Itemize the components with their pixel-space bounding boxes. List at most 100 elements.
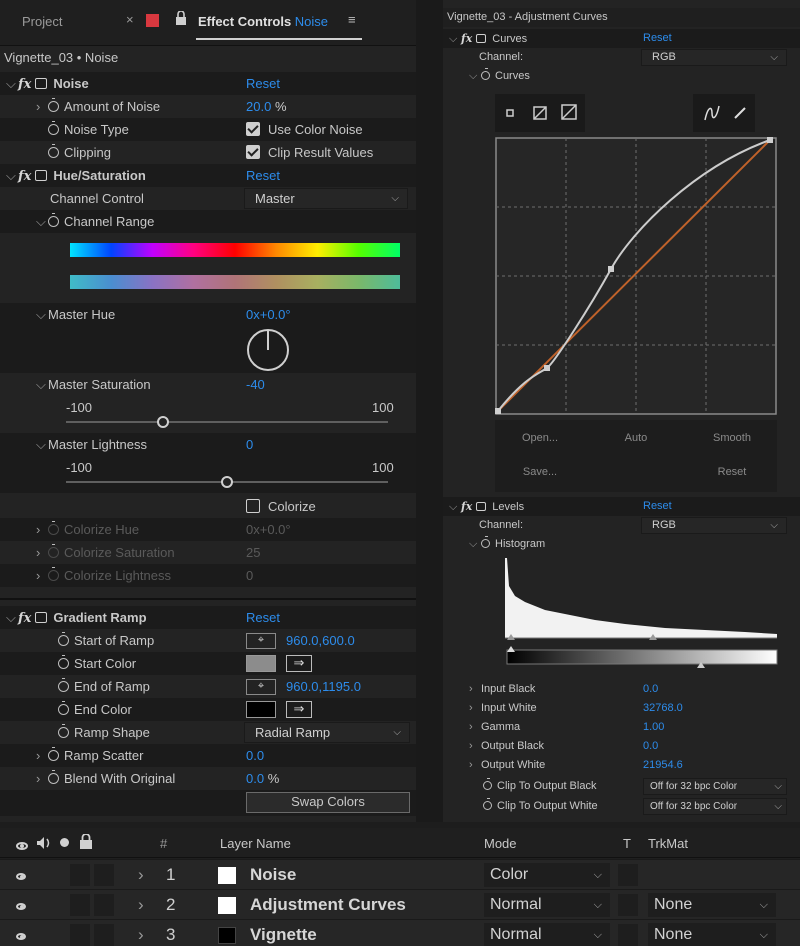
layer-mode-dropdown[interactable]: Color ⌵ xyxy=(484,863,610,887)
param-value[interactable]: 1.00 xyxy=(643,718,664,737)
chevron-right-icon[interactable]: › xyxy=(138,920,144,946)
output-black-handle[interactable] xyxy=(507,646,515,652)
stopwatch-icon[interactable] xyxy=(58,632,69,646)
chevron-right-icon[interactable]: › xyxy=(469,718,481,737)
start-of-ramp-value[interactable]: 960.0,600.0 xyxy=(286,629,355,652)
curve-channel-icon[interactable] xyxy=(503,106,517,120)
use-color-noise-checkbox[interactable] xyxy=(246,122,260,136)
chevron-down-icon[interactable]: ⌵ xyxy=(469,67,481,86)
audio-cell[interactable] xyxy=(70,924,90,946)
column-trkmat-header[interactable]: TrkMat xyxy=(648,836,688,851)
chevron-down-icon[interactable]: ⌵ xyxy=(6,72,18,95)
layer-trkmat-dropdown[interactable]: None ⌵ xyxy=(648,923,776,946)
audio-cell[interactable] xyxy=(70,864,90,886)
layer-name[interactable]: Vignette xyxy=(250,920,317,946)
fx-icon[interactable]: fx xyxy=(18,611,31,626)
crosshair-icon[interactable]: ⌖ xyxy=(246,679,276,695)
effect-noise-header[interactable]: ⌵ fx Noise Reset xyxy=(0,72,416,95)
stopwatch-icon[interactable] xyxy=(58,655,69,669)
start-color-swatch[interactable] xyxy=(246,655,276,672)
chevron-right-icon[interactable]: › xyxy=(469,699,481,718)
close-tab-icon[interactable]: × xyxy=(126,12,134,27)
saturation-slider-track[interactable] xyxy=(66,421,388,423)
reset-button[interactable]: Reset xyxy=(643,497,672,516)
lock-cell[interactable] xyxy=(94,894,114,916)
save-button[interactable]: Save... xyxy=(495,456,585,488)
panel-splitter[interactable] xyxy=(416,0,443,822)
visibility-eye-icon[interactable] xyxy=(16,860,26,889)
t-cell[interactable] xyxy=(618,864,638,886)
end-color-swatch[interactable] xyxy=(246,701,276,718)
curve-point[interactable] xyxy=(608,266,614,272)
param-value[interactable]: 32768.0 xyxy=(643,699,683,718)
layer-name[interactable]: Noise xyxy=(250,860,296,889)
ramp-shape-dropdown[interactable]: Radial Ramp ⌵ xyxy=(244,722,410,743)
curves-channel-dropdown[interactable]: RGB ⌵ xyxy=(641,49,787,66)
chevron-down-icon[interactable]: ⌵ xyxy=(449,30,461,49)
fx-icon[interactable]: fx xyxy=(18,77,31,92)
reset-curves-button[interactable]: Reset xyxy=(687,456,777,488)
stopwatch-icon[interactable] xyxy=(48,98,59,112)
panel-menu-icon[interactable]: ≡ xyxy=(348,12,356,27)
effect-hue-saturation-header[interactable]: ⌵ fx Hue/Saturation Reset xyxy=(0,164,416,187)
stopwatch-icon[interactable] xyxy=(48,770,59,784)
levels-channel-dropdown[interactable]: RGB ⌵ xyxy=(641,517,787,534)
lock-cell[interactable] xyxy=(94,924,114,946)
fx-icon[interactable]: fx xyxy=(18,169,31,184)
reset-button[interactable]: Reset xyxy=(246,606,280,629)
param-value[interactable]: 0.0 xyxy=(643,680,658,699)
chevron-down-icon[interactable]: ⌵ xyxy=(6,606,18,629)
clip-result-checkbox[interactable] xyxy=(246,145,260,159)
stopwatch-icon[interactable] xyxy=(48,747,59,761)
smooth-button[interactable]: Smooth xyxy=(687,422,777,454)
saturation-slider-knob[interactable] xyxy=(156,416,169,428)
curve-point[interactable] xyxy=(495,408,501,414)
audio-cell[interactable] xyxy=(70,894,90,916)
t-cell[interactable] xyxy=(618,924,638,946)
fx-icon[interactable]: fx xyxy=(461,32,472,45)
chevron-right-icon[interactable]: › xyxy=(36,767,48,790)
lightness-slider-knob[interactable] xyxy=(221,476,233,488)
chevron-right-icon[interactable]: › xyxy=(469,756,481,775)
master-hue-value[interactable]: 0x+0.0° xyxy=(246,303,291,326)
layer-name[interactable]: Adjustment Curves xyxy=(250,890,406,919)
solo-icon[interactable] xyxy=(60,838,69,847)
stopwatch-icon[interactable] xyxy=(48,213,59,227)
column-mode-header[interactable]: Mode xyxy=(484,836,517,851)
chevron-down-icon[interactable]: ⌵ xyxy=(36,433,48,456)
master-lightness-value[interactable]: 0 xyxy=(246,433,253,456)
end-of-ramp-value[interactable]: 960.0,1195.0 xyxy=(286,675,361,698)
eyedropper-icon[interactable]: ⇒ xyxy=(286,701,312,718)
effect-levels-header[interactable]: ⌵ fx Levels Reset xyxy=(443,497,800,516)
tab-effect-controls[interactable]: Effect Controls Noise xyxy=(198,14,328,29)
curves-graph[interactable] xyxy=(495,137,777,415)
chevron-right-icon[interactable]: › xyxy=(36,744,48,767)
chevron-down-icon[interactable]: ⌵ xyxy=(36,210,48,233)
param-value[interactable]: 21954.6 xyxy=(643,756,683,775)
column-layer-name-header[interactable]: Layer Name xyxy=(220,836,291,851)
stopwatch-icon[interactable] xyxy=(483,798,492,810)
chevron-down-icon[interactable]: ⌵ xyxy=(6,164,18,187)
reset-button[interactable]: Reset xyxy=(246,72,280,95)
chevron-right-icon[interactable]: › xyxy=(469,737,481,756)
chevron-right-icon[interactable]: › xyxy=(36,95,48,118)
layer-mode-dropdown[interactable]: Normal ⌵ xyxy=(484,923,610,946)
visibility-eye-icon[interactable] xyxy=(16,920,26,946)
layer-trkmat-dropdown[interactable]: None ⌵ xyxy=(648,893,776,917)
pencil-icon[interactable] xyxy=(733,106,747,120)
stopwatch-icon[interactable] xyxy=(58,724,69,738)
effect-curves-header[interactable]: ⌵ fx Curves Reset xyxy=(443,29,800,48)
stopwatch-icon[interactable] xyxy=(58,701,69,715)
amount-value[interactable]: 20.0 xyxy=(246,99,271,114)
lock-cell[interactable] xyxy=(94,864,114,886)
chevron-down-icon[interactable]: ⌵ xyxy=(36,303,48,326)
crosshair-icon[interactable]: ⌖ xyxy=(246,633,276,649)
reset-button[interactable]: Reset xyxy=(246,164,280,187)
audio-toggle-icon[interactable] xyxy=(36,836,52,850)
chevron-down-icon[interactable]: ⌵ xyxy=(449,498,461,517)
lock-icon[interactable] xyxy=(176,10,186,25)
master-saturation-value[interactable]: -40 xyxy=(246,373,265,396)
chevron-down-icon[interactable]: ⌵ xyxy=(36,373,48,396)
curve-reset-icon[interactable] xyxy=(561,104,577,120)
effect-gradient-ramp-header[interactable]: ⌵ fx Gradient Ramp Reset xyxy=(0,606,416,629)
